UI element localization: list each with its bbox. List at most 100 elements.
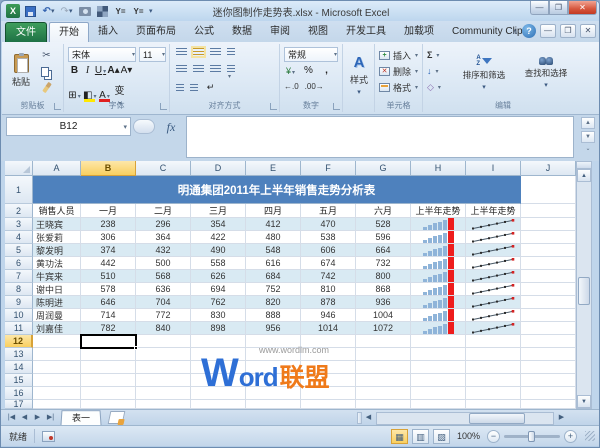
header-cell[interactable]: 销售人员 bbox=[33, 204, 81, 218]
ribbon-tab[interactable]: 开发工具 bbox=[337, 22, 395, 42]
workbook-close-icon[interactable]: ✕ bbox=[580, 24, 596, 38]
name-cell[interactable]: 黎发明 bbox=[33, 244, 81, 257]
merged-title-cell[interactable]: 明通集团2011年上半年销售走势分析表 bbox=[33, 176, 521, 204]
ribbon-tab[interactable]: 数据 bbox=[223, 22, 261, 42]
percent-icon[interactable]: % bbox=[302, 65, 315, 76]
align-left-icon[interactable] bbox=[176, 65, 187, 73]
alignment-dialog-launcher[interactable] bbox=[270, 103, 277, 110]
cell-J1[interactable] bbox=[521, 176, 576, 204]
row-header-11[interactable]: 11 bbox=[5, 322, 33, 335]
empty-cell[interactable] bbox=[466, 374, 521, 387]
decrease-indent-icon[interactable] bbox=[176, 84, 184, 92]
name-cell[interactable]: 王晓宾 bbox=[33, 218, 81, 231]
header-cell[interactable]: 五月 bbox=[301, 204, 356, 218]
align-right-icon[interactable] bbox=[210, 65, 221, 73]
vertical-scrollbar[interactable]: ▲ ▼ bbox=[576, 161, 592, 409]
value-cell[interactable]: 732 bbox=[356, 257, 411, 270]
name-cell[interactable]: 张爱莉 bbox=[33, 231, 81, 244]
empty-cell[interactable] bbox=[466, 335, 521, 348]
empty-cell[interactable] bbox=[136, 335, 191, 348]
empty-cell[interactable] bbox=[136, 361, 191, 374]
ribbon-tab[interactable]: 插入 bbox=[89, 22, 127, 42]
last-sheet-icon[interactable]: ▶| bbox=[44, 412, 57, 424]
name-cell[interactable]: 陈明进 bbox=[33, 296, 81, 309]
zoom-out-icon[interactable]: − bbox=[487, 430, 500, 443]
empty-cell[interactable] bbox=[33, 348, 81, 361]
value-cell[interactable]: 1072 bbox=[356, 322, 411, 335]
value-cell[interactable]: 704 bbox=[136, 296, 191, 309]
name-cell[interactable]: 牛宾来 bbox=[33, 270, 81, 283]
sparkline-column-cell[interactable] bbox=[411, 283, 466, 296]
sparkline-column-cell[interactable] bbox=[411, 257, 466, 270]
value-cell[interactable]: 936 bbox=[356, 296, 411, 309]
value-cell[interactable]: 422 bbox=[191, 231, 246, 244]
select-all-corner[interactable] bbox=[5, 161, 33, 176]
header-cell[interactable]: 三月 bbox=[191, 204, 246, 218]
fill-color-icon[interactable]: ◧ bbox=[83, 90, 96, 101]
workbook-restore-icon[interactable]: ❐ bbox=[560, 24, 576, 38]
row-header-8[interactable]: 8 bbox=[5, 283, 33, 296]
row-header-7[interactable]: 7 bbox=[5, 270, 33, 283]
column-header-C[interactable]: C bbox=[136, 161, 191, 176]
value-cell[interactable]: 674 bbox=[301, 257, 356, 270]
sparkline-column-cell[interactable] bbox=[411, 296, 466, 309]
ribbon-tab[interactable]: 页面布局 bbox=[127, 22, 185, 42]
clipboard-dialog-launcher[interactable] bbox=[54, 103, 61, 110]
header-cell[interactable]: 上半年走势 bbox=[466, 204, 521, 218]
value-cell[interactable]: 840 bbox=[136, 322, 191, 335]
ribbon-tab[interactable]: 视图 bbox=[299, 22, 337, 42]
header-cell[interactable]: 上半年走势 bbox=[411, 204, 466, 218]
empty-cell[interactable] bbox=[521, 270, 576, 283]
column-header-I[interactable]: I bbox=[466, 161, 521, 176]
sparkline-line-cell[interactable] bbox=[466, 309, 521, 322]
value-cell[interactable]: 664 bbox=[356, 244, 411, 257]
value-cell[interactable]: 1014 bbox=[301, 322, 356, 335]
styles-button[interactable]: A 样式 ▾ bbox=[344, 49, 374, 101]
orientation-icon[interactable] bbox=[227, 48, 235, 56]
align-middle-icon[interactable] bbox=[193, 48, 204, 56]
row-header-2[interactable]: 2 bbox=[5, 204, 33, 218]
file-tab[interactable]: 文件 bbox=[5, 22, 47, 42]
close-button[interactable]: ✕ bbox=[568, 1, 597, 15]
horizontal-scrollbar[interactable]: ◀ ▶ bbox=[357, 411, 589, 425]
accounting-format-icon[interactable]: ¥ bbox=[284, 66, 297, 76]
empty-cell[interactable] bbox=[33, 400, 81, 409]
value-cell[interactable]: 888 bbox=[246, 309, 301, 322]
row-header-5[interactable]: 5 bbox=[5, 244, 33, 257]
value-cell[interactable]: 596 bbox=[356, 231, 411, 244]
value-cell[interactable]: 946 bbox=[301, 309, 356, 322]
value-cell[interactable]: 548 bbox=[246, 244, 301, 257]
row-header-12[interactable]: 12 bbox=[5, 335, 33, 348]
maximize-button[interactable]: ❐ bbox=[549, 1, 568, 15]
value-cell[interactable]: 374 bbox=[81, 244, 136, 257]
decrease-decimal-icon[interactable]: .00→ bbox=[305, 82, 324, 91]
column-header-H[interactable]: H bbox=[411, 161, 466, 176]
sparkline-column-cell[interactable] bbox=[411, 309, 466, 322]
value-cell[interactable]: 820 bbox=[246, 296, 301, 309]
page-break-view-icon[interactable]: ▨ bbox=[433, 429, 450, 444]
sparkline-column-cell[interactable] bbox=[411, 322, 466, 335]
sheet-tab-active[interactable]: 表一 bbox=[60, 410, 101, 425]
empty-cell[interactable] bbox=[246, 400, 301, 409]
value-cell[interactable]: 578 bbox=[81, 283, 136, 296]
fill-handle[interactable] bbox=[134, 346, 138, 350]
formula-scroll-up-icon[interactable]: ▲ bbox=[581, 117, 595, 129]
value-cell[interactable]: 538 bbox=[301, 231, 356, 244]
normal-view-icon[interactable]: ▦ bbox=[391, 429, 408, 444]
help-icon[interactable]: ? bbox=[522, 24, 536, 38]
format-painter-icon[interactable] bbox=[38, 80, 55, 95]
format-cells-button[interactable]: 格式 bbox=[379, 79, 418, 95]
value-cell[interactable]: 238 bbox=[81, 218, 136, 231]
first-sheet-icon[interactable]: |◀ bbox=[5, 412, 18, 424]
empty-cell[interactable] bbox=[466, 387, 521, 400]
sort-filter-button[interactable]: AZ 排序和筛选 ▾ bbox=[455, 48, 513, 98]
row-header-16[interactable]: 16 bbox=[5, 387, 33, 400]
ribbon-tab[interactable]: 公式 bbox=[185, 22, 223, 42]
name-box-resize-grip[interactable] bbox=[133, 119, 155, 134]
scroll-right-icon[interactable]: ▶ bbox=[555, 412, 568, 424]
merge-center-icon[interactable] bbox=[227, 65, 235, 73]
autosum-icon[interactable]: Σ bbox=[427, 47, 441, 63]
value-cell[interactable]: 1004 bbox=[356, 309, 411, 322]
borders-icon[interactable]: ⊞ bbox=[68, 90, 81, 101]
empty-cell[interactable] bbox=[81, 374, 136, 387]
